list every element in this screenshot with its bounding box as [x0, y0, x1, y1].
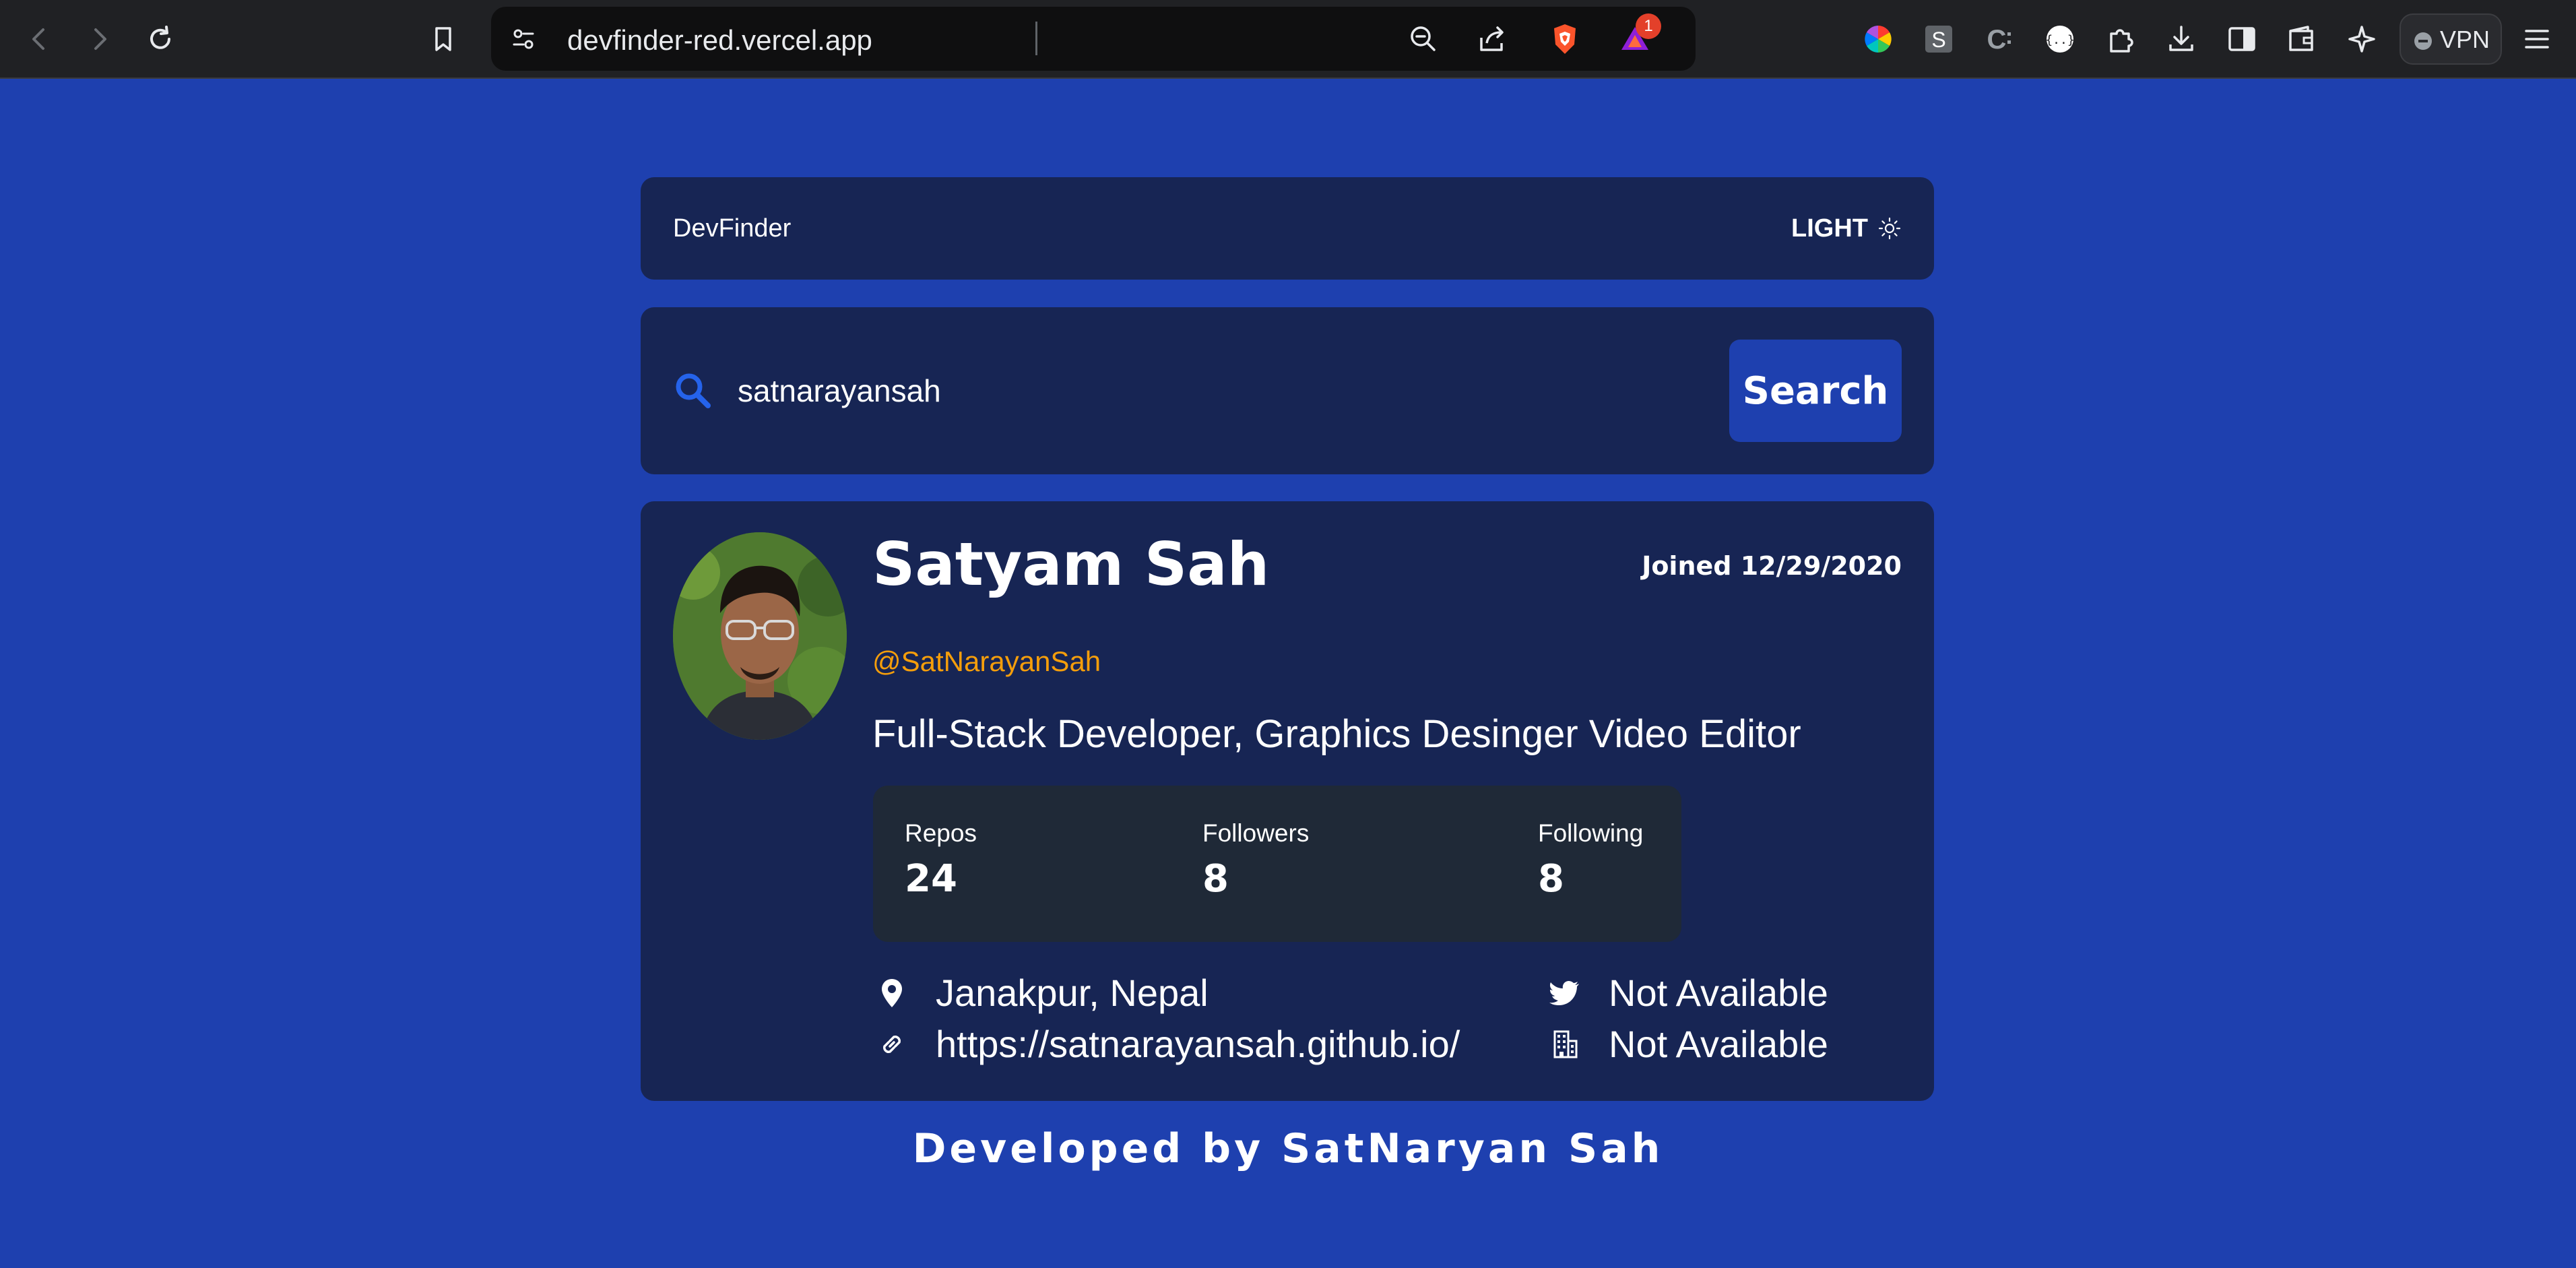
twitter-icon	[1549, 980, 1579, 1005]
building-icon	[1553, 1030, 1578, 1058]
following-value: 8	[1538, 857, 1564, 901]
search-bar: Search	[641, 307, 1934, 474]
avatar	[673, 532, 847, 740]
site-settings-icon[interactable]	[505, 20, 542, 58]
browser-toolbar: devfinder-red.vercel.app 1 S C {..} VPN	[0, 0, 2576, 79]
menu-hamburger-icon[interactable]	[2517, 19, 2557, 59]
url-text[interactable]: devfinder-red.vercel.app	[567, 24, 872, 57]
footer-credit: Developed by SatNaryan Sah	[912, 1125, 1664, 1172]
extensions-puzzle-icon[interactable]	[2100, 19, 2141, 59]
downloads-icon[interactable]	[2161, 19, 2201, 59]
following-label: Following	[1538, 819, 1644, 847]
twitter-row: Not Available	[1547, 971, 1828, 1015]
reload-icon[interactable]	[140, 19, 181, 59]
company-text: Not Available	[1609, 1023, 1828, 1065]
theme-toggle-button[interactable]: LIGHT	[1791, 210, 1902, 247]
vpn-label: VPN	[2440, 26, 2490, 53]
company-row: Not Available	[1547, 1022, 1828, 1066]
sun-icon	[1878, 217, 1901, 240]
profile-handle-link[interactable]: @SatNarayanSah	[872, 645, 1101, 678]
color-wheel-extension-icon[interactable]	[1858, 19, 1898, 59]
s-extension-icon[interactable]: S	[1919, 19, 1959, 59]
brave-shields-icon[interactable]	[1546, 20, 1584, 58]
zoom-out-icon[interactable]	[1405, 20, 1442, 58]
website-link[interactable]: https://satnarayansah.github.io/	[936, 1022, 1460, 1066]
svg-text:S: S	[1931, 28, 1945, 52]
app-header: DevFinder LIGHT	[641, 177, 1934, 280]
followers-stat: Followers 8	[1202, 819, 1309, 901]
share-icon[interactable]	[1473, 20, 1511, 58]
bookmark-icon[interactable]	[423, 19, 463, 59]
app-brand: DevFinder	[673, 214, 792, 243]
vpn-status-icon	[2414, 32, 2432, 50]
sidebar-icon[interactable]	[2222, 19, 2262, 59]
profile-name: Satyam Sah	[872, 530, 1270, 599]
search-icon	[672, 369, 715, 412]
link-icon	[883, 1035, 901, 1053]
repos-value: 24	[905, 857, 957, 901]
search-input[interactable]	[738, 364, 1613, 418]
profile-card: Satyam Sah Joined 12/29/2020 @SatNarayan…	[641, 501, 1934, 1101]
forward-icon[interactable]	[79, 19, 120, 59]
wallet-icon[interactable]	[2282, 19, 2323, 59]
website-row[interactable]: https://satnarayansah.github.io/	[874, 1022, 1460, 1066]
followers-value: 8	[1202, 857, 1229, 901]
theme-toggle-label: LIGHT	[1791, 214, 1868, 243]
vpn-button[interactable]: VPN	[2400, 13, 2502, 65]
rewards-notification-badge: 1	[1636, 13, 1661, 39]
joined-date: Joined 12/29/2020	[1642, 551, 1902, 581]
stats-panel: Repos 24 Followers 8 Following 8	[873, 786, 1681, 942]
location-pin-icon	[882, 978, 902, 1007]
svg-text:C: C	[1987, 25, 2007, 55]
location-text: Janakpur, Nepal	[936, 972, 1209, 1014]
following-stat: Following 8	[1538, 819, 1643, 901]
twitter-text: Not Available	[1609, 972, 1828, 1014]
code-extension-icon[interactable]: C	[1979, 19, 2020, 59]
json-extension-icon[interactable]: {..}	[2040, 19, 2080, 59]
repos-label: Repos	[905, 819, 977, 847]
followers-label: Followers	[1202, 819, 1310, 847]
svg-text:{..}: {..}	[2045, 33, 2074, 47]
profile-bio: Full-Stack Developer, Graphics Desinger …	[872, 712, 1801, 756]
location-row: Janakpur, Nepal	[874, 971, 1209, 1015]
toolbar-divider	[1035, 22, 1037, 55]
repos-stat: Repos 24	[905, 819, 977, 901]
search-button[interactable]: Search	[1729, 340, 1902, 442]
back-icon[interactable]	[19, 19, 59, 59]
address-bar[interactable]: devfinder-red.vercel.app	[491, 7, 1696, 71]
leo-ai-sparkle-icon[interactable]	[2343, 19, 2383, 59]
